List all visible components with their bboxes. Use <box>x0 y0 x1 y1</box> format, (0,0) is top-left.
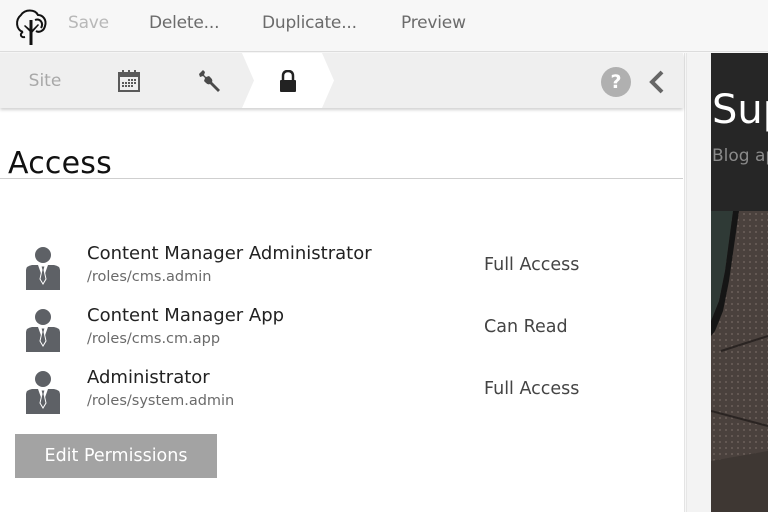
role-row[interactable]: Content Manager App /roles/cms.cm.app Ca… <box>0 305 683 361</box>
tab-site[interactable]: Site <box>0 53 90 108</box>
user-icon <box>26 371 60 414</box>
app-root: Save Delete... Duplicate... Preview Site <box>0 0 768 512</box>
help-button[interactable]: ? <box>601 67 631 97</box>
page-title: Access <box>8 146 112 181</box>
site-preview[interactable]: Sup Blog ap <box>711 53 768 512</box>
tab-schedule[interactable] <box>100 53 158 108</box>
calendar-icon <box>118 69 140 92</box>
role-permission: Full Access <box>484 379 580 399</box>
tab-access[interactable] <box>242 53 334 108</box>
save-button[interactable]: Save <box>68 13 109 33</box>
role-path: /roles/cms.cm.app <box>87 331 221 347</box>
wrench-icon <box>199 69 220 92</box>
duplicate-button[interactable]: Duplicate... <box>262 13 357 33</box>
role-path: /roles/cms.admin <box>87 269 212 285</box>
chevron-left-icon <box>649 70 664 94</box>
role-row[interactable]: Content Manager Administrator /roles/cms… <box>0 243 683 299</box>
role-name: Content Manager Administrator <box>87 243 372 264</box>
role-row[interactable]: Administrator /roles/system.admin Full A… <box>0 367 683 423</box>
question-icon: ? <box>610 71 622 93</box>
preview-button[interactable]: Preview <box>401 13 466 33</box>
role-permission: Can Read <box>484 317 568 337</box>
edit-permissions-button[interactable]: Edit Permissions <box>15 434 217 478</box>
role-path: /roles/system.admin <box>87 393 235 409</box>
tree-logo-icon[interactable] <box>13 6 49 46</box>
role-permission: Full Access <box>484 255 580 275</box>
tab-tools[interactable] <box>180 53 238 108</box>
role-name: Administrator <box>87 367 210 388</box>
tab-bar: Site ? <box>0 53 683 108</box>
delete-button[interactable]: Delete... <box>149 13 219 33</box>
preview-hero-subtitle: Blog ap <box>712 146 768 166</box>
title-divider <box>0 178 683 179</box>
preview-hero-image <box>711 211 768 512</box>
lock-icon <box>280 69 296 92</box>
preview-hero-title: Sup <box>712 87 768 133</box>
role-name: Content Manager App <box>87 305 285 326</box>
panel-resize-gutter[interactable] <box>686 53 711 512</box>
user-icon <box>26 309 60 352</box>
user-icon <box>26 247 60 290</box>
access-panel: Site ? Access Content Manager Administra… <box>0 53 685 512</box>
top-toolbar: Save Delete... Duplicate... Preview <box>0 0 768 52</box>
collapse-panel-button[interactable] <box>646 69 668 95</box>
tab-site-label: Site <box>28 70 62 91</box>
